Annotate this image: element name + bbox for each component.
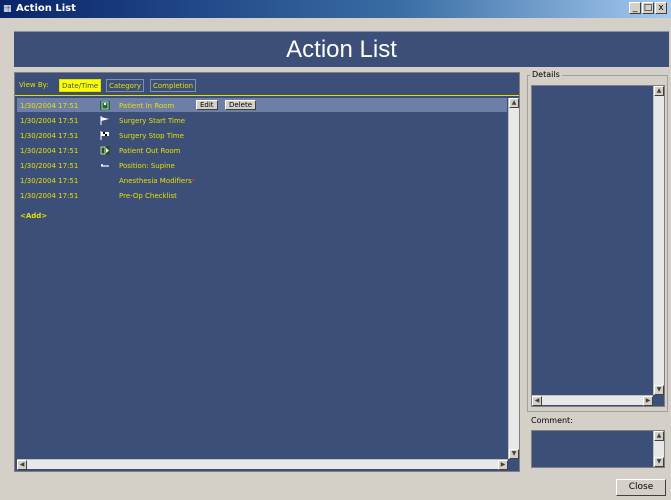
action-row-anesthesia-modifiers[interactable]: 1/30/2004 17:51 Anesthesia Modifiers* [17, 173, 507, 187]
scroll-right-arrow-icon[interactable]: ▶ [643, 396, 653, 406]
list-vertical-scrollbar[interactable]: ▲ ▼ [508, 98, 519, 459]
details-horizontal-scrollbar[interactable]: ◀ ▶ [532, 395, 653, 406]
flag-stop-icon [99, 131, 111, 140]
scroll-down-arrow-icon[interactable]: ▼ [654, 385, 664, 395]
action-row-surgery-stop[interactable]: 1/30/2004 17:51 Surgery Stop Time [17, 128, 507, 142]
action-datetime: 1/30/2004 17:51 [20, 177, 79, 185]
view-by-datetime-tab[interactable]: Date/Time [59, 79, 102, 92]
minimize-button[interactable]: _ [629, 2, 641, 14]
action-row-patient-out-room[interactable]: 1/30/2004 17:51 Patient Out Room [17, 143, 507, 157]
view-by-label: View By: [19, 81, 49, 89]
action-list-panel: View By: Date/Time Category Completion 1… [14, 72, 520, 472]
details-label: Details [530, 70, 562, 79]
scroll-up-arrow-icon[interactable]: ▲ [509, 98, 519, 108]
action-name: Position: Supine [119, 162, 175, 170]
scroll-down-arrow-icon[interactable]: ▼ [654, 457, 664, 467]
details-vertical-scrollbar[interactable]: ▲ ▼ [653, 86, 664, 395]
action-datetime: 1/30/2004 17:51 [20, 192, 79, 200]
edit-button[interactable]: Edit [196, 100, 218, 110]
close-button[interactable]: Close [616, 479, 666, 496]
action-datetime: 1/30/2004 17:51 [20, 147, 79, 155]
action-name: Anesthesia Modifiers [119, 177, 192, 185]
action-row-pre-op-checklist[interactable]: 1/30/2004 17:51 Pre-Op Checklist [17, 188, 507, 202]
scroll-up-arrow-icon[interactable]: ▲ [654, 431, 664, 441]
action-row-position[interactable]: 1/30/2004 17:51 Position: Supine [17, 158, 507, 172]
action-name-wrap: Anesthesia Modifiers* [119, 177, 195, 185]
view-by-bar: View By: Date/Time Category Completion [15, 73, 519, 96]
details-panel[interactable]: ▲ ▼ ◀ ▶ [531, 85, 665, 407]
window-title: Action List [16, 3, 76, 14]
action-name: Pre-Op Checklist [119, 192, 177, 200]
scroll-down-arrow-icon[interactable]: ▼ [509, 449, 519, 459]
scroll-up-arrow-icon[interactable]: ▲ [654, 86, 664, 96]
action-datetime: 1/30/2004 17:51 [20, 162, 79, 170]
patient-out-room-icon [99, 146, 111, 155]
action-name: Surgery Stop Time [119, 132, 184, 140]
delete-button[interactable]: Delete [225, 100, 256, 110]
action-datetime: 1/30/2004 17:51 [20, 132, 79, 140]
position-icon [99, 161, 111, 170]
view-by-completion-tab[interactable]: Completion [150, 79, 197, 92]
add-action-link[interactable]: <Add> [20, 212, 47, 220]
comment-vertical-scrollbar[interactable]: ▲ ▼ [653, 431, 664, 467]
action-name: Patient Out Room [119, 147, 181, 155]
comment-field[interactable]: ▲ ▼ [531, 430, 665, 468]
maximize-button[interactable]: □ [642, 2, 654, 14]
scroll-left-arrow-icon[interactable]: ◀ [532, 396, 542, 406]
view-by-category-tab[interactable]: Category [106, 79, 144, 92]
scroll-left-arrow-icon[interactable]: ◀ [17, 460, 27, 470]
action-datetime: 1/30/2004 17:51 [20, 102, 79, 110]
action-row-surgery-start[interactable]: 1/30/2004 17:51 Surgery Start Time [17, 113, 507, 127]
page-title: Action List [14, 31, 669, 67]
required-marker: * [191, 177, 196, 185]
scroll-right-arrow-icon[interactable]: ▶ [498, 460, 508, 470]
action-row-patient-in-room[interactable]: 1/30/2004 17:51 Patient In Room Edit Del… [17, 98, 507, 112]
action-list: 1/30/2004 17:51 Patient In Room Edit Del… [15, 98, 508, 456]
close-window-button[interactable]: x [655, 2, 667, 14]
patient-in-room-icon [99, 101, 111, 110]
action-name: Surgery Start Time [119, 117, 186, 125]
action-name: Patient In Room [119, 102, 175, 110]
flag-start-icon [99, 116, 111, 125]
action-datetime: 1/30/2004 17:51 [20, 117, 79, 125]
window-titlebar: ▦ Action List _ □ x [0, 0, 671, 18]
app-icon: ▦ [3, 4, 12, 14]
comment-label: Comment: [531, 416, 573, 425]
list-horizontal-scrollbar[interactable]: ◀ ▶ [17, 459, 508, 470]
